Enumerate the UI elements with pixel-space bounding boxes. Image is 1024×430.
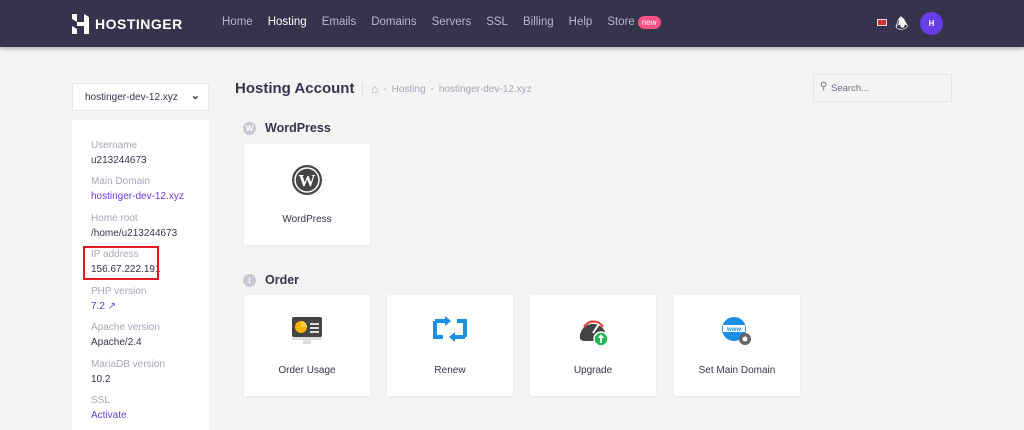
info-main-domain: Main Domain hostinger-dev-12.xyz xyxy=(91,176,184,202)
card-label: WordPress xyxy=(282,214,332,225)
nav-help[interactable]: Help xyxy=(569,16,593,28)
svg-text:W: W xyxy=(299,171,316,190)
php-version-link[interactable]: 7.2 ↗ xyxy=(91,301,146,312)
page-title: Hosting Account xyxy=(235,80,355,97)
info-label: Apache version xyxy=(91,322,160,333)
section-title: WordPress xyxy=(265,121,331,135)
info-value: 10.2 xyxy=(91,374,111,385)
search-icon: ⚲ xyxy=(820,81,828,92)
card-label: Order Usage xyxy=(278,365,336,376)
renew-arrows-icon xyxy=(387,315,513,349)
info-value: 7.2 xyxy=(91,301,105,312)
main-nav: Home Hosting Emails Domains Servers SSL … xyxy=(222,16,661,29)
ip-highlight-box xyxy=(83,246,159,280)
info-label: PHP version xyxy=(91,286,147,297)
domain-settings-icon: www xyxy=(674,315,800,349)
upgrade-card[interactable]: Upgrade xyxy=(530,295,656,396)
set-main-domain-card[interactable]: www Set Main Domain xyxy=(674,295,800,396)
ssl-activate-link[interactable]: Activate xyxy=(91,410,127,421)
info-label: SSL xyxy=(91,395,110,406)
info-php-version: PHP version 7.2 ↗ xyxy=(91,286,146,312)
order-usage-card[interactable]: Order Usage xyxy=(244,295,370,396)
nav-emails[interactable]: Emails xyxy=(322,16,357,28)
new-badge: new xyxy=(637,16,661,29)
nav-domains[interactable]: Domains xyxy=(371,16,416,28)
renew-card[interactable]: Renew xyxy=(387,295,513,396)
nav-billing[interactable]: Billing xyxy=(523,16,554,28)
svg-text:www: www xyxy=(726,327,741,333)
hostinger-logo-icon xyxy=(72,14,89,34)
info-label: Username xyxy=(91,140,138,151)
domain-select-value: hostinger-dev-12.xyz xyxy=(85,92,178,103)
nav-store-label: Store xyxy=(607,16,635,28)
info-mariadb-version: MariaDB version 10.2 xyxy=(91,359,165,385)
order-section-heading: i Order xyxy=(243,273,299,287)
notification-bell-icon[interactable]: 🕭 xyxy=(895,14,908,39)
nav-ssl[interactable]: SSL xyxy=(486,16,508,28)
domain-select[interactable]: hostinger-dev-12.xyz ⌄ xyxy=(72,83,209,111)
nav-hosting[interactable]: Hosting xyxy=(268,16,307,28)
avatar[interactable]: H xyxy=(920,12,943,35)
info-value: u213244673 xyxy=(91,155,147,166)
external-link-icon: ↗ xyxy=(107,301,117,312)
card-label: Set Main Domain xyxy=(698,365,776,376)
info-label: Home root xyxy=(91,213,138,224)
wordpress-logo-icon: W xyxy=(244,164,370,198)
nav-home[interactable]: Home xyxy=(222,16,253,28)
search-input[interactable]: ⚲ Search... xyxy=(813,74,952,102)
breadcrumb-domain: hostinger-dev-12.xyz xyxy=(438,83,532,95)
info-home-root: Home root/home/u213244673 xyxy=(91,213,177,239)
wordpress-section-heading: W WordPress xyxy=(243,121,331,135)
brand-name: HOSTINGER xyxy=(95,16,183,32)
nav-store[interactable]: Store new xyxy=(607,16,661,29)
main-domain-link[interactable]: hostinger-dev-12.xyz xyxy=(91,191,184,202)
info-username: Username u213244673 xyxy=(91,140,147,166)
section-title: Order xyxy=(265,273,300,287)
search-placeholder: Search... xyxy=(831,83,870,94)
info-label: MariaDB version xyxy=(91,359,165,370)
breadcrumb: ⌂ - Hosting - hostinger-dev-12.xyz xyxy=(362,82,532,96)
info-label: Main Domain xyxy=(91,176,150,187)
info-icon: i xyxy=(243,273,256,287)
upgrade-gauge-icon xyxy=(530,315,656,349)
chevron-down-icon: ⌄ xyxy=(190,90,200,102)
info-ssl: SSL Activate xyxy=(91,395,127,421)
usage-monitor-icon xyxy=(244,315,370,349)
nav-servers[interactable]: Servers xyxy=(432,16,472,28)
card-label: Upgrade xyxy=(573,365,613,376)
wordpress-card[interactable]: W WordPress xyxy=(244,144,370,245)
breadcrumb-hosting[interactable]: Hosting xyxy=(392,84,426,95)
home-icon[interactable]: ⌂ xyxy=(371,82,378,96)
info-value: /home/u213244673 xyxy=(91,228,178,239)
wordpress-icon: W xyxy=(243,121,256,135)
hostinger-logo[interactable]: HOSTINGER xyxy=(72,14,183,34)
info-value: Apache/2.4 xyxy=(91,337,142,348)
info-apache-version: Apache version Apache/2.4 xyxy=(91,322,160,348)
language-flag-icon[interactable] xyxy=(877,19,887,26)
card-label: Renew xyxy=(434,365,466,376)
top-navbar: HOSTINGER Home Hosting Emails Domains Se… xyxy=(0,0,1024,47)
